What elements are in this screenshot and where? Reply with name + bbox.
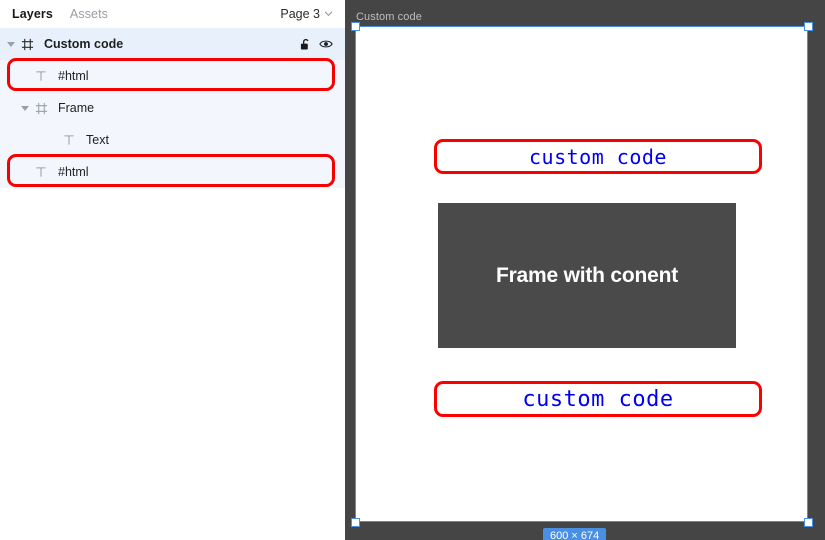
chevron-down-icon [324,9,333,18]
layer-row-frame[interactable]: Frame [0,92,345,124]
inner-frame-with-content[interactable]: Frame with conent [438,203,736,348]
layer-label: Custom code [44,37,124,51]
dimension-badge: 600 × 674 [543,528,607,540]
layer-row-custom-code[interactable]: Custom code [0,28,345,60]
layer-row-actions [300,38,345,51]
layer-label: #html [58,165,89,179]
frame-icon [32,102,50,115]
unlock-icon[interactable] [300,38,311,51]
artboard-label[interactable]: Custom code [356,11,422,23]
inner-frame-text: Frame with conent [495,263,679,287]
layers-panel: Layers Assets Page 3 Custom code #html F… [0,0,345,540]
tab-layers[interactable]: Layers [12,7,53,21]
frame-icon [18,38,36,51]
text-icon [32,70,50,82]
layer-row-text[interactable]: Text [0,124,345,156]
app-root: Layers Assets Page 3 Custom code #html F… [0,0,825,540]
text-icon [60,134,78,146]
layer-label: Frame [58,101,95,115]
disclosure-triangle-icon[interactable] [18,105,32,111]
resize-handle-top-right[interactable] [804,22,813,31]
tab-assets[interactable]: Assets [70,7,108,21]
eye-icon[interactable] [319,38,333,50]
text-icon [32,166,50,178]
custom-code-block-top[interactable]: custom code [434,139,762,174]
custom-code-text-bottom: custom code [522,386,674,412]
layer-label: Text [86,133,109,147]
artboard[interactable]: custom code Frame with conent custom cod… [355,26,808,522]
resize-handle-top-left[interactable] [351,22,360,31]
resize-handle-bottom-left[interactable] [351,518,360,527]
layer-label: #html [58,69,89,83]
page-selector[interactable]: Page 3 [280,7,333,21]
page-selector-label: Page 3 [280,7,320,21]
custom-code-text-top: custom code [529,144,667,169]
custom-code-block-bottom[interactable]: custom code [434,381,762,417]
layers-list: Custom code #html Frame Text #html [0,28,345,188]
disclosure-triangle-icon[interactable] [4,41,18,47]
layer-row-html-1[interactable]: #html [0,60,345,92]
design-canvas[interactable]: Custom code custom code Frame with conen… [345,0,825,540]
layer-row-html-2[interactable]: #html [0,156,345,188]
panel-tab-bar: Layers Assets Page 3 [0,0,345,28]
resize-handle-bottom-right[interactable] [804,518,813,527]
